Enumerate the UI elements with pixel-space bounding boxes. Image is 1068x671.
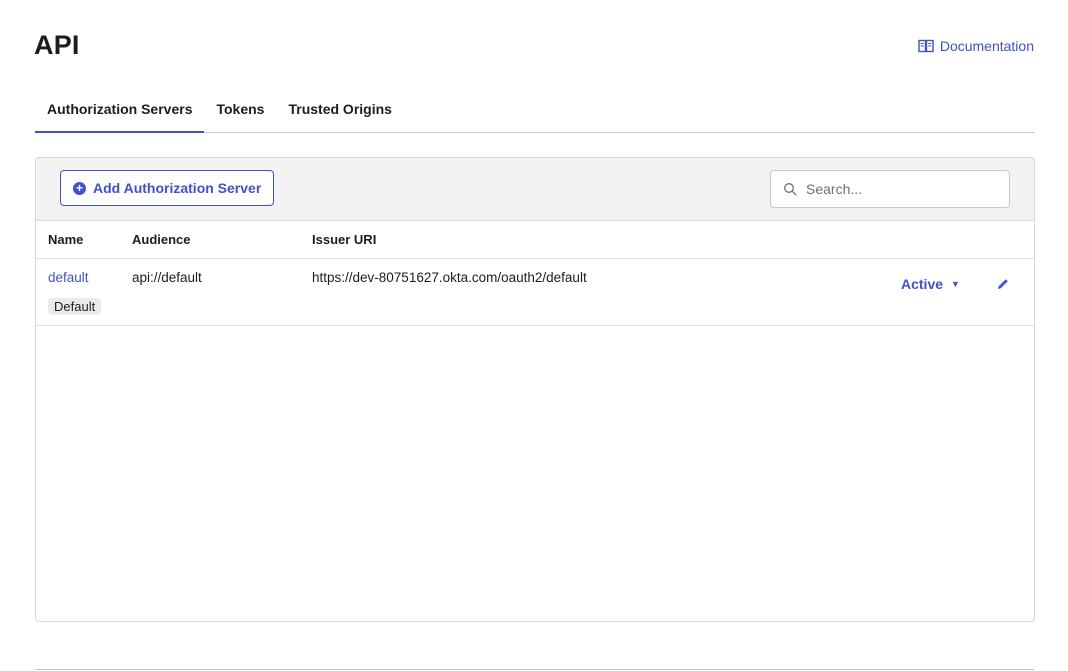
- header-name: Name: [48, 232, 84, 247]
- status-label: Active: [901, 276, 944, 292]
- caret-down-icon: ▼: [951, 279, 960, 289]
- header-audience: Audience: [132, 232, 191, 247]
- page-title: API: [34, 30, 80, 60]
- search-box[interactable]: [770, 170, 1010, 208]
- tab-bar: Authorization Servers Tokens Trusted Ori…: [35, 92, 1034, 133]
- tab-trusted-origins[interactable]: Trusted Origins: [276, 92, 403, 132]
- search-icon: [784, 183, 797, 196]
- authorization-servers-panel: + Add Authorization Server Name Audience…: [35, 157, 1035, 622]
- table-row: default Default api://default https://de…: [36, 259, 1034, 326]
- plus-circle-icon: +: [73, 181, 86, 195]
- table-header: Name Audience Issuer URI: [36, 221, 1034, 259]
- add-authorization-server-button[interactable]: + Add Authorization Server: [60, 170, 275, 206]
- documentation-link[interactable]: Documentation: [918, 38, 1034, 54]
- add-button-label: Add Authorization Server: [93, 180, 262, 196]
- toolbar: + Add Authorization Server: [36, 158, 1034, 221]
- tab-authorization-servers[interactable]: Authorization Servers: [35, 92, 205, 133]
- header-issuer-uri: Issuer URI: [312, 232, 377, 247]
- default-badge: Default: [48, 298, 102, 315]
- pencil-icon[interactable]: [995, 276, 1011, 292]
- book-icon: [918, 39, 934, 53]
- search-input[interactable]: [804, 180, 998, 198]
- issuer-uri-cell: https://dev-80751627.okta.com/oauth2/def…: [312, 270, 587, 285]
- documentation-label: Documentation: [939, 38, 1034, 54]
- footer-divider: [35, 669, 1034, 670]
- status-dropdown[interactable]: Active ▼: [901, 276, 960, 292]
- server-name-link[interactable]: default: [48, 270, 89, 285]
- tab-tokens[interactable]: Tokens: [204, 92, 276, 132]
- audience-cell: api://default: [132, 270, 202, 285]
